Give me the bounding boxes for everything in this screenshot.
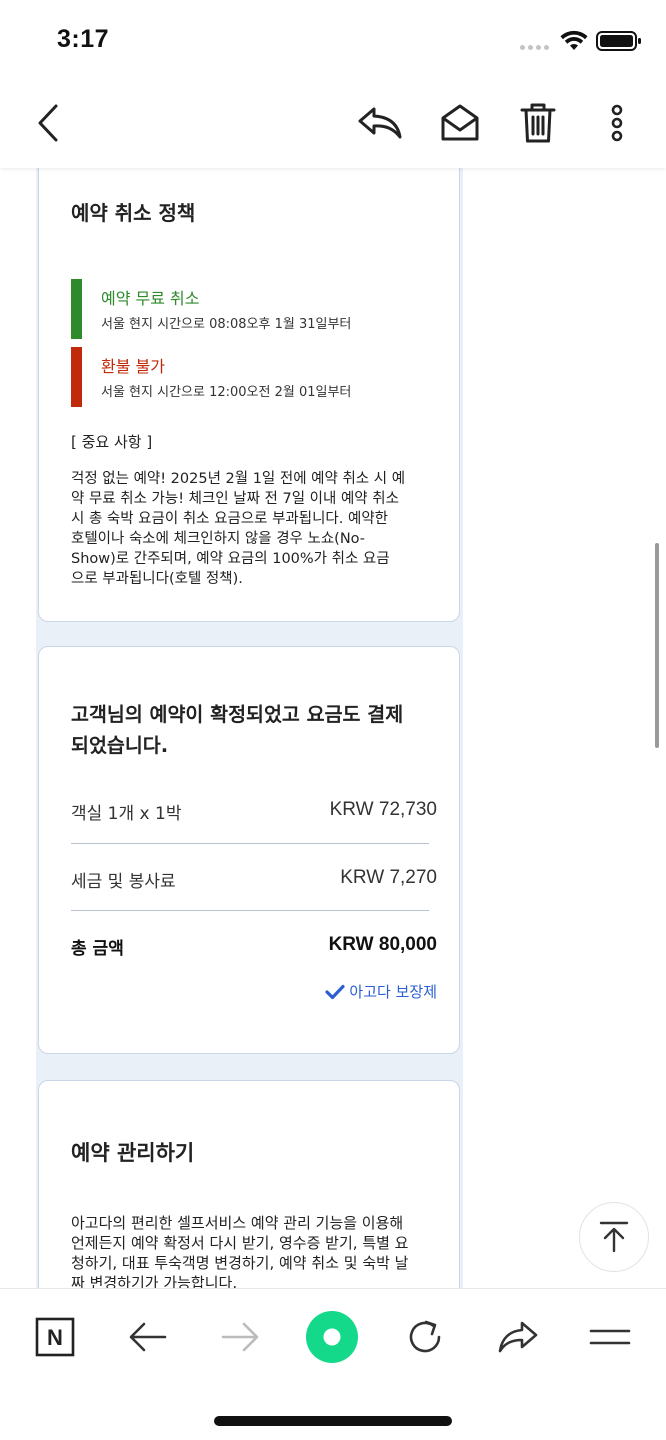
- manage-line: 아고다의 편리한 셀프서비스 예약 관리 기능을 이용해: [71, 1214, 404, 1232]
- divider: [71, 910, 429, 911]
- envelope-open-icon: [441, 104, 479, 141]
- battery-icon: [596, 31, 641, 51]
- arrow-left-icon: [129, 1322, 167, 1352]
- price-row-value: KRW 7,270: [340, 867, 437, 888]
- policy-free-cancel: 예약 무료 취소 서울 현지 시간으로 08:08오후 1월 31일부터: [71, 279, 431, 339]
- policy-indicator-red: [71, 347, 82, 407]
- mail-toolbar: [0, 82, 666, 168]
- scroll-indicator[interactable]: [655, 543, 659, 748]
- status-time: 3:17: [57, 25, 110, 53]
- cancellation-policy-card: 예약 취소 정책 예약 무료 취소 서울 현지 시간으로 08:08오후 1월 …: [38, 168, 460, 622]
- policy-free-cancel-title: 예약 무료 취소: [101, 289, 200, 308]
- notice-line: 호텔이나 숙소에 체크인하지 않을 경우 노쇼(No-: [71, 531, 366, 547]
- mail-content[interactable]: 예약 취소 정책 예약 무료 취소 서울 현지 시간으로 08:08오후 1월 …: [0, 168, 666, 1288]
- svg-text:N: N: [47, 1325, 63, 1350]
- reply-button[interactable]: [355, 98, 405, 148]
- scroll-to-top-button[interactable]: [579, 1202, 649, 1272]
- policy-indicator-green: [71, 279, 82, 339]
- share-button[interactable]: [488, 1309, 548, 1365]
- status-bar: 3:17: [0, 0, 666, 82]
- trash-icon: [520, 103, 556, 143]
- cancellation-policy-title: 예약 취소 정책: [71, 201, 196, 225]
- reload-button[interactable]: [395, 1309, 455, 1365]
- wifi-icon: [560, 30, 588, 50]
- green-dot-icon: [306, 1311, 358, 1363]
- title-line: 되었습니다.: [71, 734, 169, 757]
- notice-line: Show)로 간주되며, 예약 요금의 100%가 취소 요금: [71, 551, 390, 567]
- agoda-guarantee-label: 아고다 보장제: [349, 983, 437, 1001]
- back-button[interactable]: [24, 98, 74, 148]
- chevron-left-icon: [38, 104, 58, 142]
- cellular-signal-icon: [520, 45, 552, 51]
- manage-line: 짜 변경하기가 가능합니다.: [71, 1274, 238, 1288]
- share-icon: [498, 1321, 538, 1353]
- manage-booking-text: 아고다의 편리한 셀프서비스 예약 관리 기능을 이용해 언제든지 예약 확정서…: [71, 1213, 437, 1288]
- reload-icon: [409, 1320, 441, 1353]
- naver-logo-icon: N: [35, 1317, 75, 1357]
- important-notice-heading: [ 중요 사항 ]: [71, 433, 153, 451]
- checkmark-icon: [325, 984, 346, 999]
- price-row-room: 객실 1개 x 1박 KRW 72,730: [71, 799, 437, 829]
- browser-bottom-bar: N: [0, 1288, 666, 1440]
- price-row-value: KRW 72,730: [329, 799, 437, 820]
- browser-back-button[interactable]: [118, 1309, 178, 1365]
- total-label: 총 금액: [71, 939, 124, 959]
- title-line: 고객님의 예약이 확정되었고 요금도 결제: [71, 703, 404, 726]
- policy-non-refundable-title: 환불 불가: [101, 357, 165, 376]
- important-notice-text: 걱정 없는 예약! 2025년 2월 1일 전에 예약 취소 시 예 약 무료 …: [71, 469, 433, 589]
- manage-booking-card: 예약 관리하기 아고다의 편리한 셀프서비스 예약 관리 기능을 이용해 언제든…: [38, 1080, 460, 1288]
- price-row-total: 총 금액 KRW 80,000: [71, 934, 437, 964]
- notice-line: 걱정 없는 예약! 2025년 2월 1일 전에 예약 취소 시 예: [71, 471, 406, 487]
- price-row-label: 세금 및 봉사료: [71, 872, 176, 892]
- more-options-button[interactable]: [592, 98, 642, 148]
- browser-menu-button[interactable]: [580, 1309, 640, 1365]
- price-row-label: 객실 1개 x 1박: [71, 804, 182, 824]
- reply-icon: [358, 107, 402, 139]
- divider: [71, 843, 429, 844]
- agoda-guarantee-link[interactable]: 아고다 보장제: [325, 981, 437, 1002]
- arrow-right-icon: [221, 1322, 259, 1352]
- notice-line: 약 무료 취소 가능! 체크인 날짜 전 7일 이내 예약 취소: [71, 491, 399, 507]
- browser-forward-button[interactable]: [210, 1309, 270, 1365]
- naver-home-button[interactable]: N: [25, 1309, 85, 1365]
- hamburger-menu-icon: [589, 1329, 631, 1345]
- manage-line: 청하기, 대표 투숙객명 변경하기, 예약 취소 및 숙박 날: [71, 1254, 409, 1272]
- notice-line: 시 총 숙박 요금이 취소 요금으로 부과됩니다. 예약한: [71, 511, 389, 527]
- notice-line: 으로 부과됩니다(호텔 정책).: [71, 571, 243, 587]
- total-value: KRW 80,000: [328, 934, 437, 955]
- delete-button[interactable]: [513, 98, 563, 148]
- more-vertical-icon: [611, 104, 623, 142]
- payment-confirmation-card: 고객님의 예약이 확정되었고 요금도 결제 되었습니다. 객실 1개 x 1박 …: [38, 646, 460, 1054]
- payment-confirmation-title: 고객님의 예약이 확정되었고 요금도 결제 되었습니다.: [71, 699, 431, 761]
- manage-booking-title: 예약 관리하기: [71, 1141, 195, 1165]
- manage-line: 언제든지 예약 확정서 다시 받기, 영수증 받기, 특별 요: [71, 1234, 409, 1252]
- home-indicator[interactable]: [214, 1416, 452, 1426]
- price-row-tax: 세금 및 봉사료 KRW 7,270: [71, 867, 437, 897]
- policy-non-refundable-time: 서울 현지 시간으로 12:00오전 2월 01일부터: [101, 385, 352, 400]
- policy-non-refundable: 환불 불가 서울 현지 시간으로 12:00오전 2월 01일부터: [71, 347, 431, 407]
- arrow-up-to-top-icon: [599, 1221, 629, 1253]
- mark-unread-button[interactable]: [435, 98, 485, 148]
- green-dot-button[interactable]: [302, 1309, 362, 1365]
- policy-free-cancel-time: 서울 현지 시간으로 08:08오후 1월 31일부터: [101, 317, 352, 332]
